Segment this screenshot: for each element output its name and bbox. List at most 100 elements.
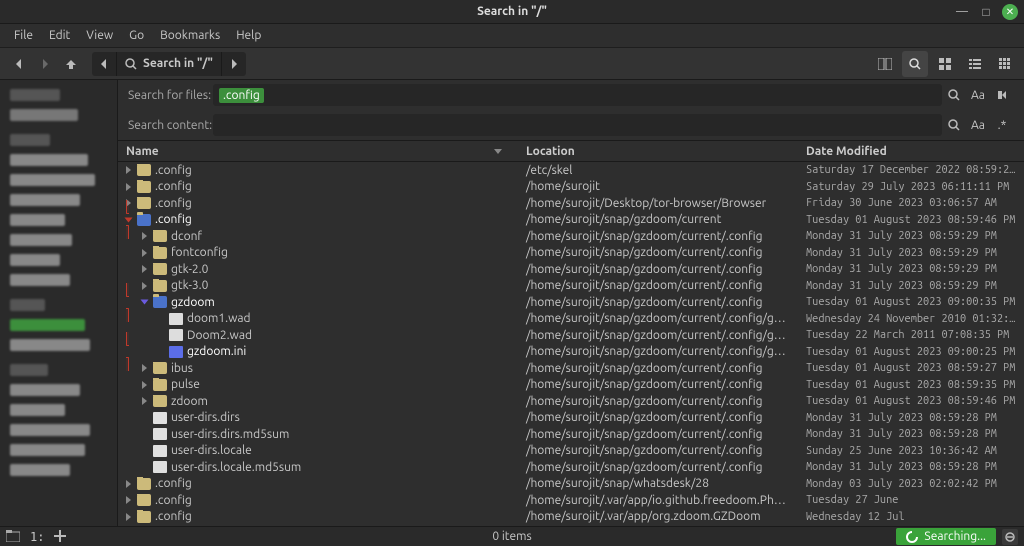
expand-icon[interactable] — [126, 480, 131, 488]
search-files-row: Search for files: .config Aa — [118, 80, 1024, 110]
item-name: gzdoom — [171, 296, 215, 309]
search-content-input[interactable] — [213, 114, 942, 136]
open-folder-icon[interactable] — [6, 530, 20, 544]
table-row[interactable]: user-dirs.dirs.md5sum/home/surojit/snap/… — [118, 426, 1024, 443]
table-row[interactable]: gzdoom/home/surojit/snap/gzdoom/current/… — [118, 294, 1024, 311]
table-row[interactable]: .config/home/surojitSaturday 29 July 202… — [118, 179, 1024, 196]
expand-icon[interactable] — [142, 249, 147, 257]
maximize-button[interactable]: □ — [978, 4, 994, 20]
item-date: Saturday 29 July 2023 06:11:11 PM — [798, 181, 1024, 193]
col-date-header[interactable]: Date Modified — [798, 145, 1024, 158]
item-name: gzdoom.ini — [187, 345, 246, 358]
up-button[interactable] — [58, 51, 84, 77]
sidebar — [0, 80, 118, 526]
table-row[interactable]: doom1.wad/home/surojit/snap/gzdoom/curre… — [118, 311, 1024, 328]
expand-icon[interactable] — [142, 397, 147, 405]
table-row[interactable]: user-dirs.locale/home/surojit/snap/gzdoo… — [118, 443, 1024, 460]
regex-toggle[interactable] — [990, 89, 1014, 101]
search-content-go-icon[interactable] — [942, 119, 966, 131]
item-date: Sunday 25 June 2023 10:36:42 AM — [798, 445, 1024, 457]
file-icon — [169, 329, 183, 341]
pathbar: Search in "/" — [92, 52, 246, 76]
view-compact-button[interactable] — [992, 51, 1018, 77]
table-row[interactable]: gzdoom.ini/home/surojit/snap/gzdoom/curr… — [118, 344, 1024, 361]
view-list-button[interactable] — [962, 51, 988, 77]
expand-icon[interactable] — [126, 166, 131, 174]
file-icon — [153, 412, 167, 424]
view-icons-button[interactable] — [932, 51, 958, 77]
item-location: /home/surojit/snap/gzdoom/current/.confi… — [518, 312, 798, 325]
menu-help[interactable]: Help — [228, 25, 269, 46]
folder-icon — [137, 164, 151, 176]
menu-bookmarks[interactable]: Bookmarks — [152, 25, 228, 46]
table-row[interactable]: gtk-2.0/home/surojit/snap/gzdoom/current… — [118, 261, 1024, 278]
item-date: Monday 31 July 2023 08:59:28 PM — [798, 461, 1024, 473]
item-location: /home/surojit/snap/gzdoom/current — [518, 213, 798, 226]
table-row[interactable]: dconf/home/surojit/snap/gzdoom/current/.… — [118, 228, 1024, 245]
new-tab-icon[interactable] — [54, 530, 66, 544]
item-name: fontconfig — [171, 246, 228, 259]
table-row[interactable]: .config/home/surojit/snap/gzdoom/current… — [118, 212, 1024, 229]
folder-icon — [153, 395, 167, 407]
table-row[interactable]: zdoom/home/surojit/snap/gzdoom/current/.… — [118, 393, 1024, 410]
search-button[interactable] — [902, 51, 928, 77]
table-row[interactable]: .config/home/surojit/snap/whatsdesk/28Mo… — [118, 476, 1024, 493]
close-button[interactable]: ✕ — [1002, 4, 1018, 20]
expand-icon[interactable] — [142, 364, 147, 372]
table-row[interactable]: fontconfig/home/surojit/snap/gzdoom/curr… — [118, 245, 1024, 262]
item-name: .config — [155, 213, 192, 226]
stop-search-button[interactable] — [1002, 529, 1018, 545]
case-toggle-content[interactable]: Aa — [966, 119, 990, 132]
expand-icon[interactable] — [126, 496, 131, 504]
table-row[interactable]: .config/home/surojit/.var/app/org.zdoom.… — [118, 509, 1024, 526]
table-row[interactable]: user-dirs.locale.md5sum/home/surojit/sna… — [118, 459, 1024, 476]
results-list[interactable]: .config/etc/skelSaturday 17 December 202… — [118, 162, 1024, 526]
menu-edit[interactable]: Edit — [41, 25, 78, 46]
item-location: /home/surojit/snap/gzdoom/current/.confi… — [518, 279, 798, 292]
file-icon — [153, 445, 167, 457]
item-name: user-dirs.locale — [171, 444, 252, 457]
col-name-header[interactable]: Name — [118, 145, 518, 158]
item-date: Monday 31 July 2023 08:59:29 PM — [798, 280, 1024, 292]
minimize-button[interactable]: — — [954, 4, 970, 20]
item-location: /home/surojit/.var/app/io.github.freedoo… — [518, 494, 798, 507]
search-files-go-icon[interactable] — [942, 89, 966, 101]
item-date: Saturday 17 December 2022 08:59:23 PM — [798, 164, 1024, 176]
table-row[interactable]: .config/home/surojit/.var/app/io.github.… — [118, 492, 1024, 509]
expand-icon[interactable] — [142, 265, 147, 273]
item-location: /home/surojit/snap/gzdoom/current/.confi… — [518, 411, 798, 424]
expand-icon[interactable] — [142, 381, 147, 389]
dual-pane-button[interactable] — [872, 51, 898, 77]
expand-icon[interactable] — [126, 183, 131, 191]
search-files-value: .config — [219, 88, 264, 103]
item-location: /home/surojit/snap/gzdoom/current/.confi… — [518, 444, 798, 457]
expand-icon[interactable] — [126, 513, 131, 521]
table-row[interactable]: pulse/home/surojit/snap/gzdoom/current/.… — [118, 377, 1024, 394]
regex-toggle-content[interactable]: .* — [990, 119, 1014, 132]
search-files-input[interactable]: .config — [213, 84, 942, 106]
path-segment[interactable]: Search in "/" — [117, 52, 221, 76]
terminal-icon[interactable]: 1: — [30, 530, 44, 544]
item-location: /home/surojit/snap/gzdoom/current/.confi… — [518, 345, 798, 358]
forward-button[interactable] — [32, 51, 58, 77]
expand-icon[interactable] — [125, 217, 133, 222]
path-prev-button[interactable] — [92, 52, 117, 76]
back-button[interactable] — [6, 51, 32, 77]
item-name: doom1.wad — [187, 312, 251, 325]
folder-icon — [153, 247, 167, 259]
expand-icon[interactable] — [141, 300, 149, 305]
item-location: /home/surojit/snap/gzdoom/current/.confi… — [518, 395, 798, 408]
item-date: Friday 30 June 2023 03:06:57 AM — [798, 197, 1024, 209]
path-next-button[interactable] — [221, 52, 246, 76]
menu-view[interactable]: View — [78, 25, 121, 46]
table-row[interactable]: .config/etc/skelSaturday 17 December 202… — [118, 162, 1024, 179]
expand-icon[interactable] — [142, 232, 147, 240]
table-row[interactable]: ibus/home/surojit/snap/gzdoom/current/.c… — [118, 360, 1024, 377]
case-toggle[interactable]: Aa — [966, 89, 990, 102]
table-row[interactable]: user-dirs.dirs/home/surojit/snap/gzdoom/… — [118, 410, 1024, 427]
col-location-header[interactable]: Location — [518, 145, 798, 158]
menu-file[interactable]: File — [6, 25, 41, 46]
toolbar: Search in "/" — [0, 48, 1024, 80]
folder-icon — [137, 197, 151, 209]
menu-go[interactable]: Go — [121, 25, 152, 46]
